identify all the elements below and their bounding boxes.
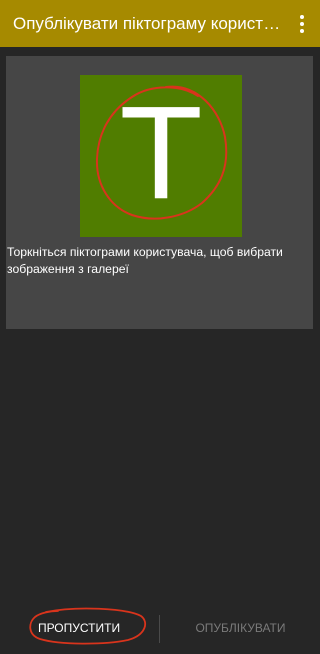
- skip-button[interactable]: ПРОПУСТИТИ: [0, 602, 158, 649]
- avatar-hint-text: Торкніться піктограми користувача, щоб в…: [7, 245, 283, 276]
- more-vert-icon[interactable]: [292, 12, 312, 36]
- page-title: Опублікувати піктограму користувача: [13, 14, 283, 33]
- divider: [159, 615, 160, 643]
- user-avatar[interactable]: T: [80, 75, 242, 237]
- bottom-action-bar: ПРОПУСТИТИ ОПУБЛІКУВАТИ: [0, 602, 320, 649]
- profile-card: T Торкніться піктограми користувача, щоб…: [6, 56, 313, 329]
- avatar-letter: T: [122, 83, 200, 228]
- publish-button[interactable]: ОПУБЛІКУВАТИ: [161, 602, 320, 649]
- app-bar: Опублікувати піктограму користувача: [0, 0, 320, 47]
